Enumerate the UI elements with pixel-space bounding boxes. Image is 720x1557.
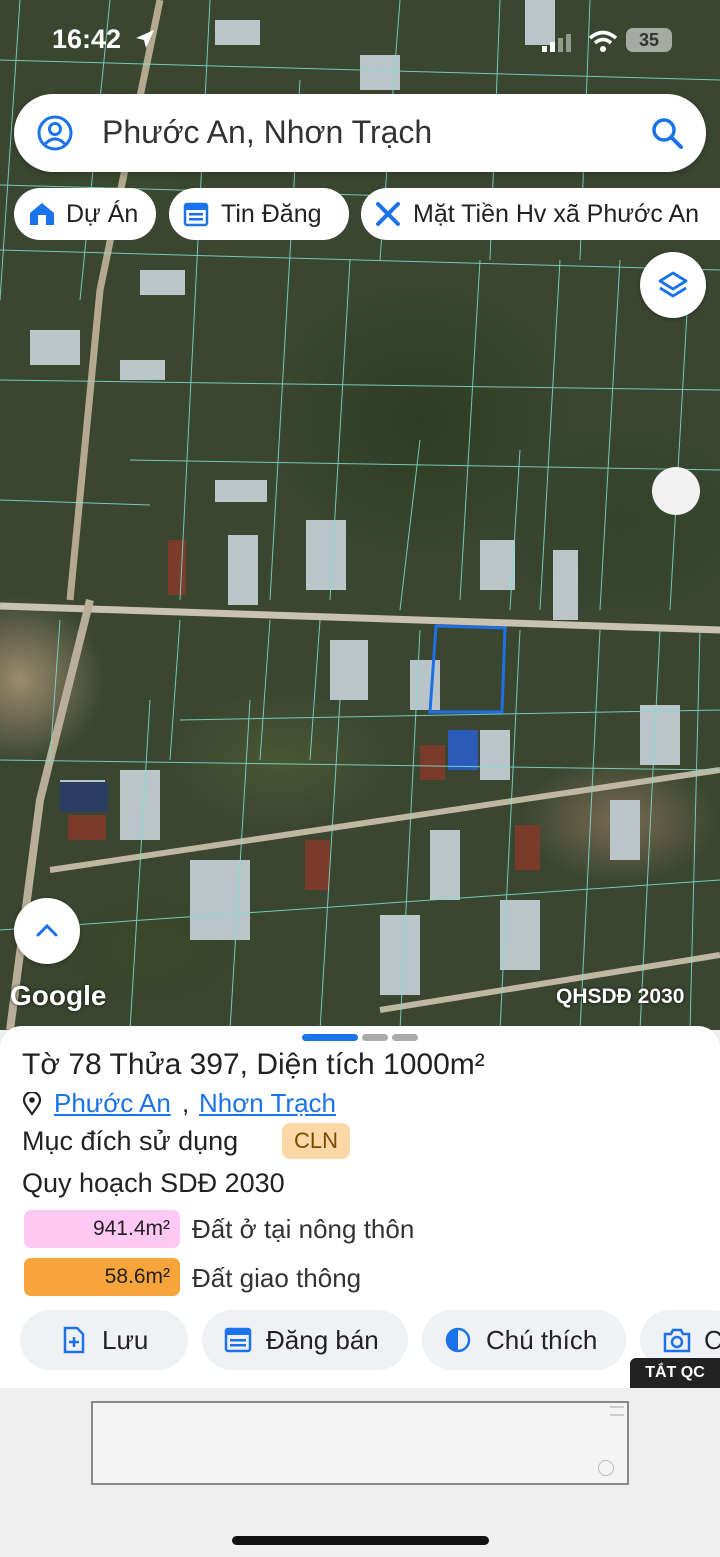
search-query[interactable]: Phước An, Nhơn Trạch <box>102 114 432 151</box>
status-bar: 16:42 35 <box>0 22 720 62</box>
action-label: Chú thích <box>486 1325 598 1355</box>
plan-area-bar: 58.6m² <box>24 1258 180 1296</box>
post-sale-button[interactable]: Đăng bán <box>202 1310 408 1370</box>
location-arrow-icon <box>136 30 154 48</box>
home-indicator[interactable] <box>232 1536 489 1545</box>
parcel-info-sheet[interactable]: Tờ 78 Thửa 397, Diện tích 1000m² Phước A… <box>0 1026 720 1388</box>
layers-icon <box>658 271 688 298</box>
ward-link[interactable]: Phước An <box>54 1088 171 1119</box>
action-label: Lưu <box>102 1325 149 1355</box>
calendar-icon <box>183 202 209 227</box>
signal-icon <box>542 34 571 52</box>
file-plus-icon <box>63 1326 85 1354</box>
location-pin-icon <box>22 1092 42 1116</box>
assistive-touch-button[interactable] <box>652 467 700 515</box>
house-icon <box>30 203 54 225</box>
action-label: Đăng bán <box>266 1325 379 1355</box>
district-link[interactable]: Nhơn Trạch <box>199 1088 336 1119</box>
ad-frame[interactable] <box>91 1401 629 1485</box>
ad-banner[interactable] <box>0 1388 720 1557</box>
search-bar[interactable]: Phước An, Nhơn Trạch <box>14 94 706 172</box>
sheet-handle-active[interactable] <box>302 1034 358 1041</box>
camera-icon <box>663 1328 691 1353</box>
status-time: 16:42 <box>52 24 122 54</box>
plan-area-label: Đất giao thông <box>192 1263 362 1293</box>
legend-button[interactable]: Chú thích <box>422 1310 626 1370</box>
chip-mat-tien[interactable]: Mặt Tiền Hv xã Phước An <box>361 188 720 240</box>
half-circle-icon <box>445 1327 471 1353</box>
ad-menu-icon[interactable] <box>610 1406 624 1416</box>
sheet-handle[interactable] <box>392 1034 418 1041</box>
plan-area-bar: 941.4m² <box>24 1210 180 1248</box>
purpose-label: Mục đích sử dụng <box>22 1126 239 1156</box>
address-separator: , <box>182 1088 190 1118</box>
close-ad-button[interactable]: TẮT QC <box>630 1358 720 1388</box>
google-logo: Google <box>10 980 107 1011</box>
cross-tools-icon <box>376 202 400 226</box>
chevron-up-icon <box>36 923 58 937</box>
purpose-code-badge: CLN <box>282 1123 351 1159</box>
action-label: C <box>704 1325 720 1355</box>
ad-info-icon[interactable] <box>598 1460 614 1476</box>
chip-du-an[interactable]: Dự Án <box>14 188 156 240</box>
layers-button[interactable] <box>640 252 706 318</box>
chip-label: Dự Án <box>66 200 139 228</box>
user-account-icon[interactable] <box>36 114 74 152</box>
parcel-title: Tờ 78 Thửa 397, Diện tích 1000m² <box>22 1048 485 1081</box>
plan-area-label: Đất ở tại nông thôn <box>192 1214 415 1244</box>
calendar-icon <box>224 1327 252 1353</box>
wifi-icon <box>588 30 618 52</box>
chip-tin-dang[interactable]: Tin Đăng <box>169 188 349 240</box>
chip-label: Tin Đăng <box>221 200 322 228</box>
plan-label: Quy hoạch SDĐ 2030 <box>22 1168 285 1198</box>
search-icon[interactable] <box>650 116 684 150</box>
expand-up-button[interactable] <box>14 898 80 964</box>
sheet-handle[interactable] <box>362 1034 388 1041</box>
save-button[interactable]: Lưu <box>20 1310 188 1370</box>
battery-indicator: 35 <box>626 28 672 52</box>
satellite-map[interactable]: 16:42 35 Phước An, Nhơn Trạch Dự Án Tin … <box>0 0 720 1030</box>
overlay-label: QHSDĐ 2030 <box>556 985 685 1008</box>
chip-label: Mặt Tiền Hv xã Phước An <box>413 200 700 228</box>
